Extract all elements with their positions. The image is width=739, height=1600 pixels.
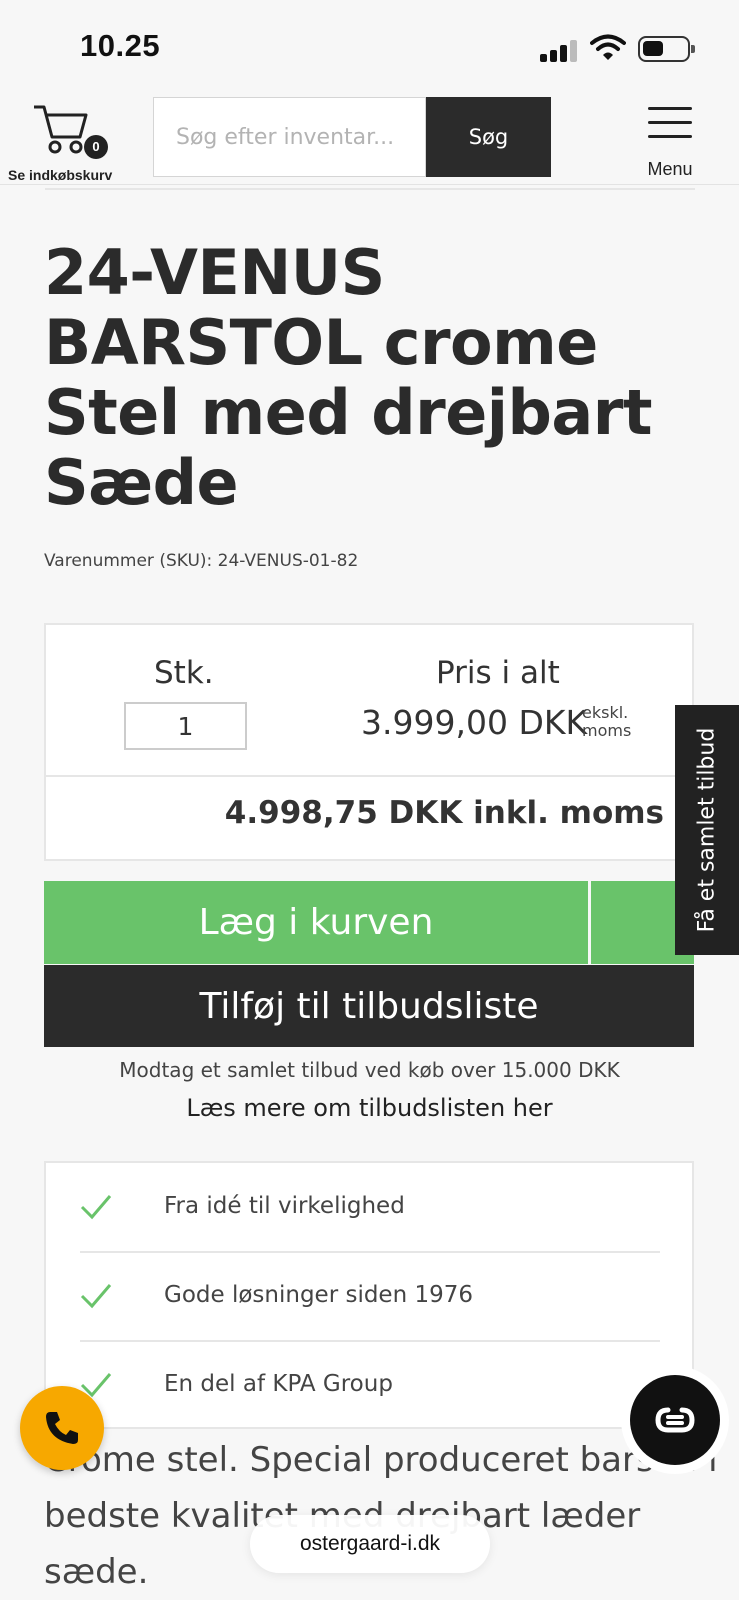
browser-url-bar[interactable]: ostergaard-i.dk	[250, 1515, 490, 1573]
search-input[interactable]	[153, 97, 426, 177]
shopping-cart-icon	[34, 105, 88, 154]
total-price: 3.999,00 DKK	[361, 703, 588, 742]
menu-label: Menu	[647, 159, 693, 179]
wifi-icon	[590, 34, 626, 62]
site-header: 0 Se indkøbskurv Søg Menu	[0, 95, 739, 185]
quantity-label: Stk.	[154, 655, 214, 691]
cart-button[interactable]: 0 Se indkøbskurv	[8, 101, 120, 183]
quote-info-link[interactable]: Læs mere om tilbudslisten her	[0, 1094, 739, 1122]
total-price-label: Pris i alt	[436, 655, 560, 691]
quote-note: Modtag et samlet tilbud ved køb over 15.…	[119, 1058, 620, 1082]
cellular-signal-icon	[540, 38, 580, 62]
menu-button[interactable]: Menu	[640, 107, 700, 179]
price-divider	[46, 775, 692, 777]
get-quote-side-tab[interactable]: Få et samlet tilbud	[675, 705, 739, 955]
chat-icon	[655, 1407, 695, 1433]
status-bar: 10.25	[0, 0, 739, 95]
battery-icon	[638, 36, 695, 62]
side-tab-label: Få et samlet tilbud	[694, 727, 720, 933]
product-sku: Varenummer (SKU): 24-VENUS-01-82	[44, 551, 359, 571]
chat-button[interactable]	[630, 1375, 720, 1465]
benefits-list: Fra idé til virkelighed Gode løsninger s…	[44, 1161, 694, 1429]
benefit-item: Fra idé til virkelighed	[80, 1163, 660, 1251]
benefit-item: En del af KPA Group	[80, 1341, 660, 1429]
phone-icon	[46, 1412, 78, 1444]
hamburger-icon	[648, 107, 692, 110]
call-button[interactable]	[20, 1386, 104, 1470]
divider	[45, 188, 695, 190]
checkmark-icon	[80, 1195, 112, 1220]
checkmark-icon	[80, 1284, 112, 1309]
quantity-input[interactable]	[124, 702, 247, 750]
add-to-cart-button[interactable]: Læg i kurven	[44, 881, 588, 964]
price-box: Stk. Pris i alt 3.999,00 DKK ekskl. moms…	[44, 623, 694, 861]
add-to-quote-button[interactable]: Tilføj til tilbudsliste	[44, 965, 694, 1047]
cart-label: Se indkøbskurv	[8, 167, 113, 183]
excl-vat-label: ekskl. moms	[582, 703, 632, 740]
product-title: 24-VENUS BARSTOL crome Stel med drejbart…	[44, 236, 653, 519]
benefit-item: Gode løsninger siden 1976	[80, 1252, 660, 1340]
incl-vat-price: 4.998,75 DKK inkl. moms	[224, 795, 664, 831]
search-button[interactable]: Søg	[426, 97, 551, 177]
status-time: 10.25	[80, 28, 161, 63]
cart-count-badge: 0	[84, 135, 108, 159]
